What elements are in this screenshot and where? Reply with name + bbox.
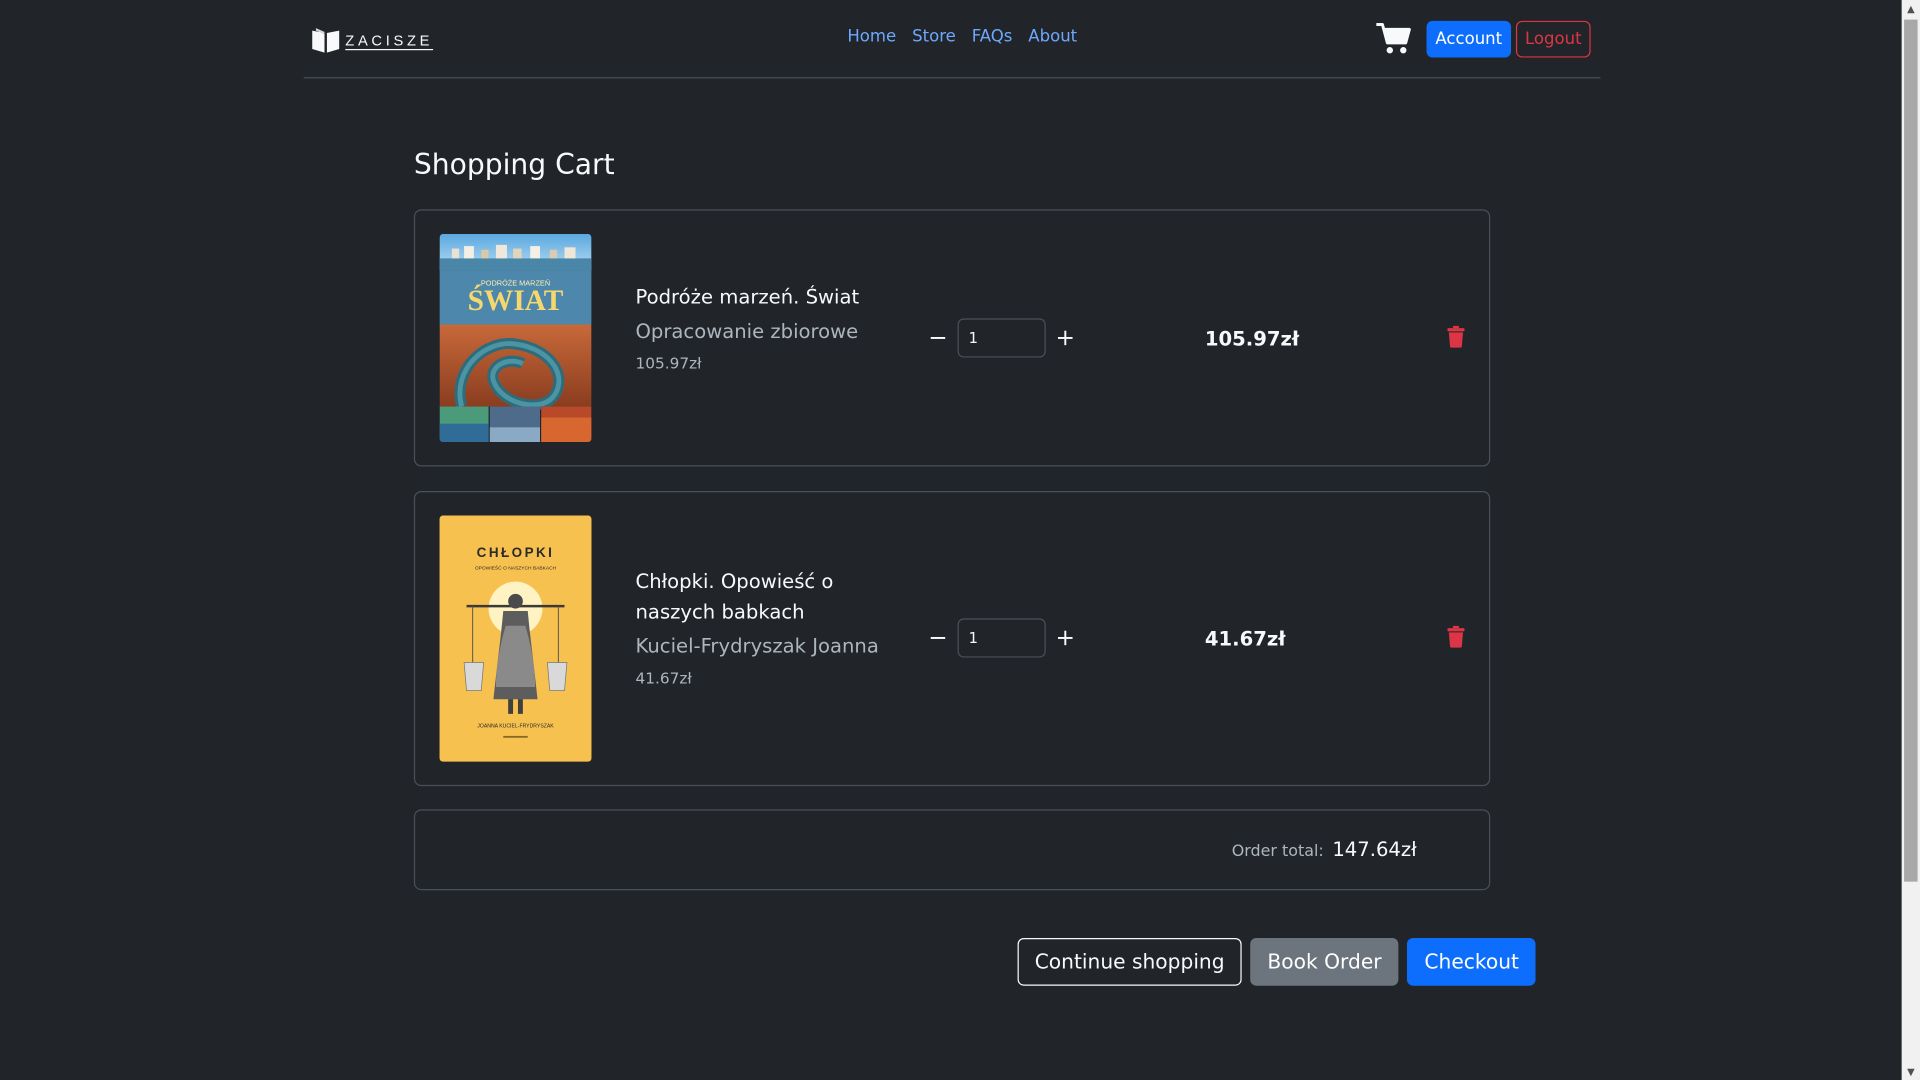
scroll-up-arrow-icon[interactable]: ▲ [1902,0,1920,17]
open-book-icon [312,28,340,53]
increase-quantity-button[interactable] [1054,626,1076,650]
account-button[interactable]: Account [1426,20,1512,58]
item-author: Opracowanie zbiorowe [635,319,859,343]
cart-actions: Continue shopping Book Order Checkout [1017,937,1537,986]
vertical-scrollbar[interactable]: ▲ ▼ [1901,0,1920,1080]
main-nav: Home Store FAQs About [847,27,1077,47]
shopping-cart-icon [1376,23,1411,54]
order-total-value: 147.64zł [1332,837,1417,861]
item-author: Kuciel-Frydryszak Joanna [635,634,879,658]
cover-author: JOANNA KUCIEL-FRYDRYSZAK [477,723,554,729]
plus-icon [1057,330,1073,346]
minus-icon [930,336,946,339]
decrease-quantity-button[interactable] [927,626,949,650]
nav-about-link[interactable]: About [1028,27,1077,47]
remove-item-button[interactable] [1447,625,1465,653]
cover-title-main: ŚWIAT [468,284,564,317]
cover-title-main: CHŁOPKI [477,545,555,560]
item-line-total: 41.67zł [1204,626,1286,651]
cart-button[interactable] [1375,21,1412,60]
quantity-input[interactable] [957,618,1046,658]
trash-icon [1447,325,1465,348]
cart-item: CHŁOPKI OPOWIEŚĆ O NASZYCH BABKACH JOANN… [413,491,1491,787]
item-info: Chłopki. Opowieść o naszych babkach Kuci… [636,566,881,687]
item-title[interactable]: Chłopki. Opowieść o naszych babkach [636,566,881,627]
decrease-quantity-button[interactable] [927,326,949,350]
nav-home-link[interactable]: Home [847,27,896,47]
nav-faqs-link[interactable]: FAQs [972,27,1013,47]
cart-item: PODRÓŻE MARZEŃ ŚWIAT Podróże marzeń. Świ… [413,209,1491,467]
plus-icon [1057,630,1073,646]
item-unit-price: 41.67zł [635,668,692,687]
minus-icon [930,636,946,639]
quantity-stepper [927,318,1076,358]
brand-name: ZACISZE [345,31,434,49]
checkout-button[interactable]: Checkout [1407,937,1537,986]
item-title[interactable]: Podróże marzeń. Świat [636,282,881,313]
order-total-label: Order total: [1231,842,1324,861]
quantity-input[interactable] [957,318,1046,358]
scroll-down-arrow-icon[interactable]: ▼ [1902,1063,1920,1080]
logout-button[interactable]: Logout [1515,20,1591,58]
item-unit-price: 105.97zł [635,353,702,373]
quantity-stepper [927,618,1076,658]
order-summary: Order total: 147.64zł [413,809,1491,891]
continue-shopping-button[interactable]: Continue shopping [1017,937,1242,986]
book-cover-image: CHŁOPKI OPOWIEŚĆ O NASZYCH BABKACH JOANN… [439,515,592,762]
top-navbar: ZACISZE Home Store FAQs About Account Lo… [303,0,1601,79]
item-info: Podróże marzeń. Świat Opracowanie zbioro… [635,282,881,373]
page-title: Shopping Cart [413,149,615,182]
scrollbar-thumb[interactable] [1904,19,1918,882]
remove-item-button[interactable] [1447,325,1465,353]
trash-icon [1447,625,1465,648]
book-order-button[interactable]: Book Order [1250,937,1399,986]
increase-quantity-button[interactable] [1054,326,1076,350]
page: ZACISZE Home Store FAQs About Account Lo… [0,0,1920,1080]
brand-logo[interactable]: ZACISZE [311,27,433,54]
item-line-total: 105.97zł [1204,326,1300,351]
order-total: Order total: 147.64zł [1232,838,1417,861]
book-cover-image: PODRÓŻE MARZEŃ ŚWIAT [439,233,592,443]
nav-store-link[interactable]: Store [912,27,956,47]
